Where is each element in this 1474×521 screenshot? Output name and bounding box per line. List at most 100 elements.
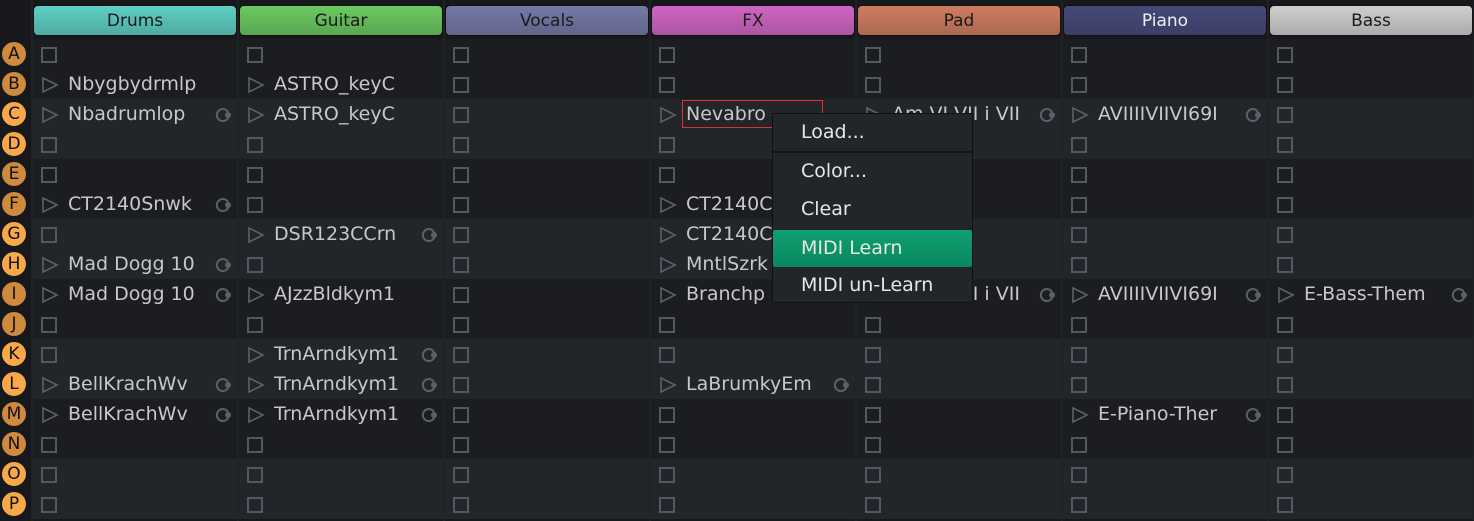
stop-square-icon[interactable] (1071, 467, 1087, 483)
stop-square-icon[interactable] (247, 317, 263, 333)
stop-square-icon[interactable] (453, 467, 469, 483)
empty-slot[interactable] (1269, 339, 1473, 369)
scene-launch-j[interactable]: J (2, 312, 26, 336)
empty-slot[interactable] (1269, 309, 1473, 339)
empty-slot[interactable] (239, 489, 443, 519)
stop-square-icon[interactable] (1071, 377, 1087, 393)
clip-slot[interactable]: Nbadrumlop (33, 99, 237, 129)
empty-slot[interactable] (33, 159, 237, 189)
stop-square-icon[interactable] (1277, 467, 1293, 483)
loop-icon[interactable] (1037, 285, 1057, 309)
stop-square-icon[interactable] (1277, 47, 1293, 63)
track-header-vocals[interactable]: Vocals (445, 5, 649, 36)
loop-icon[interactable] (1037, 105, 1057, 129)
empty-slot[interactable] (1063, 309, 1267, 339)
loop-icon[interactable] (1243, 405, 1263, 429)
empty-slot[interactable] (445, 69, 649, 99)
stop-square-icon[interactable] (1277, 77, 1293, 93)
stop-square-icon[interactable] (1071, 47, 1087, 63)
scene-launch-e[interactable]: E (2, 162, 26, 186)
stop-square-icon[interactable] (865, 347, 881, 363)
scene-launch-o[interactable]: O (2, 462, 26, 486)
stop-square-icon[interactable] (1071, 197, 1087, 213)
stop-square-icon[interactable] (453, 437, 469, 453)
stop-square-icon[interactable] (659, 77, 675, 93)
empty-slot[interactable] (1269, 159, 1473, 189)
clip-slot[interactable]: DSR123CCrn (239, 219, 443, 249)
clip-slot[interactable]: E-Piano-Ther (1063, 399, 1267, 429)
empty-slot[interactable] (857, 339, 1061, 369)
empty-slot[interactable] (239, 429, 443, 459)
stop-square-icon[interactable] (453, 287, 469, 303)
stop-square-icon[interactable] (1071, 137, 1087, 153)
empty-slot[interactable] (33, 429, 237, 459)
empty-slot[interactable] (1063, 369, 1267, 399)
track-header-piano[interactable]: Piano (1063, 5, 1267, 36)
loop-icon[interactable] (419, 225, 439, 249)
menu-item-midi-unlearn[interactable]: MIDI un-Learn (773, 267, 972, 304)
menu-item-clear[interactable]: Clear (773, 191, 972, 228)
stop-square-icon[interactable] (247, 197, 263, 213)
empty-slot[interactable] (239, 129, 443, 159)
stop-square-icon[interactable] (453, 497, 469, 513)
clip-slot[interactable]: Mad Dogg 10 (33, 279, 237, 309)
empty-slot[interactable] (1063, 489, 1267, 519)
empty-slot[interactable] (239, 39, 443, 69)
stop-square-icon[interactable] (865, 407, 881, 423)
clip-slot[interactable]: AJzzBldkym1 (239, 279, 443, 309)
clip-slot[interactable]: AVIIIIVIIVI69I (1063, 279, 1267, 309)
track-header-drums[interactable]: Drums (33, 5, 237, 36)
stop-square-icon[interactable] (865, 77, 881, 93)
empty-slot[interactable] (239, 309, 443, 339)
empty-slot[interactable] (1269, 219, 1473, 249)
stop-square-icon[interactable] (41, 167, 57, 183)
empty-slot[interactable] (1269, 69, 1473, 99)
stop-square-icon[interactable] (41, 467, 57, 483)
stop-square-icon[interactable] (453, 77, 469, 93)
stop-square-icon[interactable] (1277, 437, 1293, 453)
empty-slot[interactable] (445, 129, 649, 159)
scene-launch-i[interactable]: I (2, 282, 26, 306)
stop-square-icon[interactable] (247, 497, 263, 513)
empty-slot[interactable] (1269, 39, 1473, 69)
loop-icon[interactable] (213, 195, 233, 219)
stop-square-icon[interactable] (1071, 347, 1087, 363)
stop-square-icon[interactable] (1277, 347, 1293, 363)
empty-slot[interactable] (1063, 249, 1267, 279)
stop-square-icon[interactable] (247, 167, 263, 183)
empty-slot[interactable] (1063, 189, 1267, 219)
empty-slot[interactable] (33, 219, 237, 249)
empty-slot[interactable] (1063, 339, 1267, 369)
empty-slot[interactable] (445, 39, 649, 69)
stop-square-icon[interactable] (41, 47, 57, 63)
loop-icon[interactable] (831, 375, 851, 399)
stop-square-icon[interactable] (453, 197, 469, 213)
empty-slot[interactable] (445, 99, 649, 129)
stop-square-icon[interactable] (865, 437, 881, 453)
stop-square-icon[interactable] (1277, 107, 1293, 123)
stop-square-icon[interactable] (41, 227, 57, 243)
empty-slot[interactable] (651, 399, 855, 429)
stop-square-icon[interactable] (659, 317, 675, 333)
stop-square-icon[interactable] (453, 407, 469, 423)
loop-icon[interactable] (419, 345, 439, 369)
clip-slot[interactable]: BellKrachWv (33, 399, 237, 429)
scene-launch-l[interactable]: L (2, 372, 26, 396)
stop-square-icon[interactable] (247, 467, 263, 483)
stop-square-icon[interactable] (659, 437, 675, 453)
clip-slot[interactable]: E-Bass-Them (1269, 279, 1473, 309)
stop-square-icon[interactable] (1071, 257, 1087, 273)
empty-slot[interactable] (1063, 69, 1267, 99)
stop-square-icon[interactable] (659, 47, 675, 63)
loop-icon[interactable] (213, 285, 233, 309)
stop-square-icon[interactable] (453, 347, 469, 363)
clip-slot[interactable]: BellKrachWv (33, 369, 237, 399)
stop-square-icon[interactable] (865, 377, 881, 393)
track-header-fx[interactable]: FX (651, 5, 855, 36)
clip-slot[interactable]: TrnArndkym1 (239, 339, 443, 369)
stop-square-icon[interactable] (865, 467, 881, 483)
stop-square-icon[interactable] (1277, 317, 1293, 333)
stop-square-icon[interactable] (1277, 407, 1293, 423)
stop-square-icon[interactable] (453, 107, 469, 123)
stop-square-icon[interactable] (453, 377, 469, 393)
